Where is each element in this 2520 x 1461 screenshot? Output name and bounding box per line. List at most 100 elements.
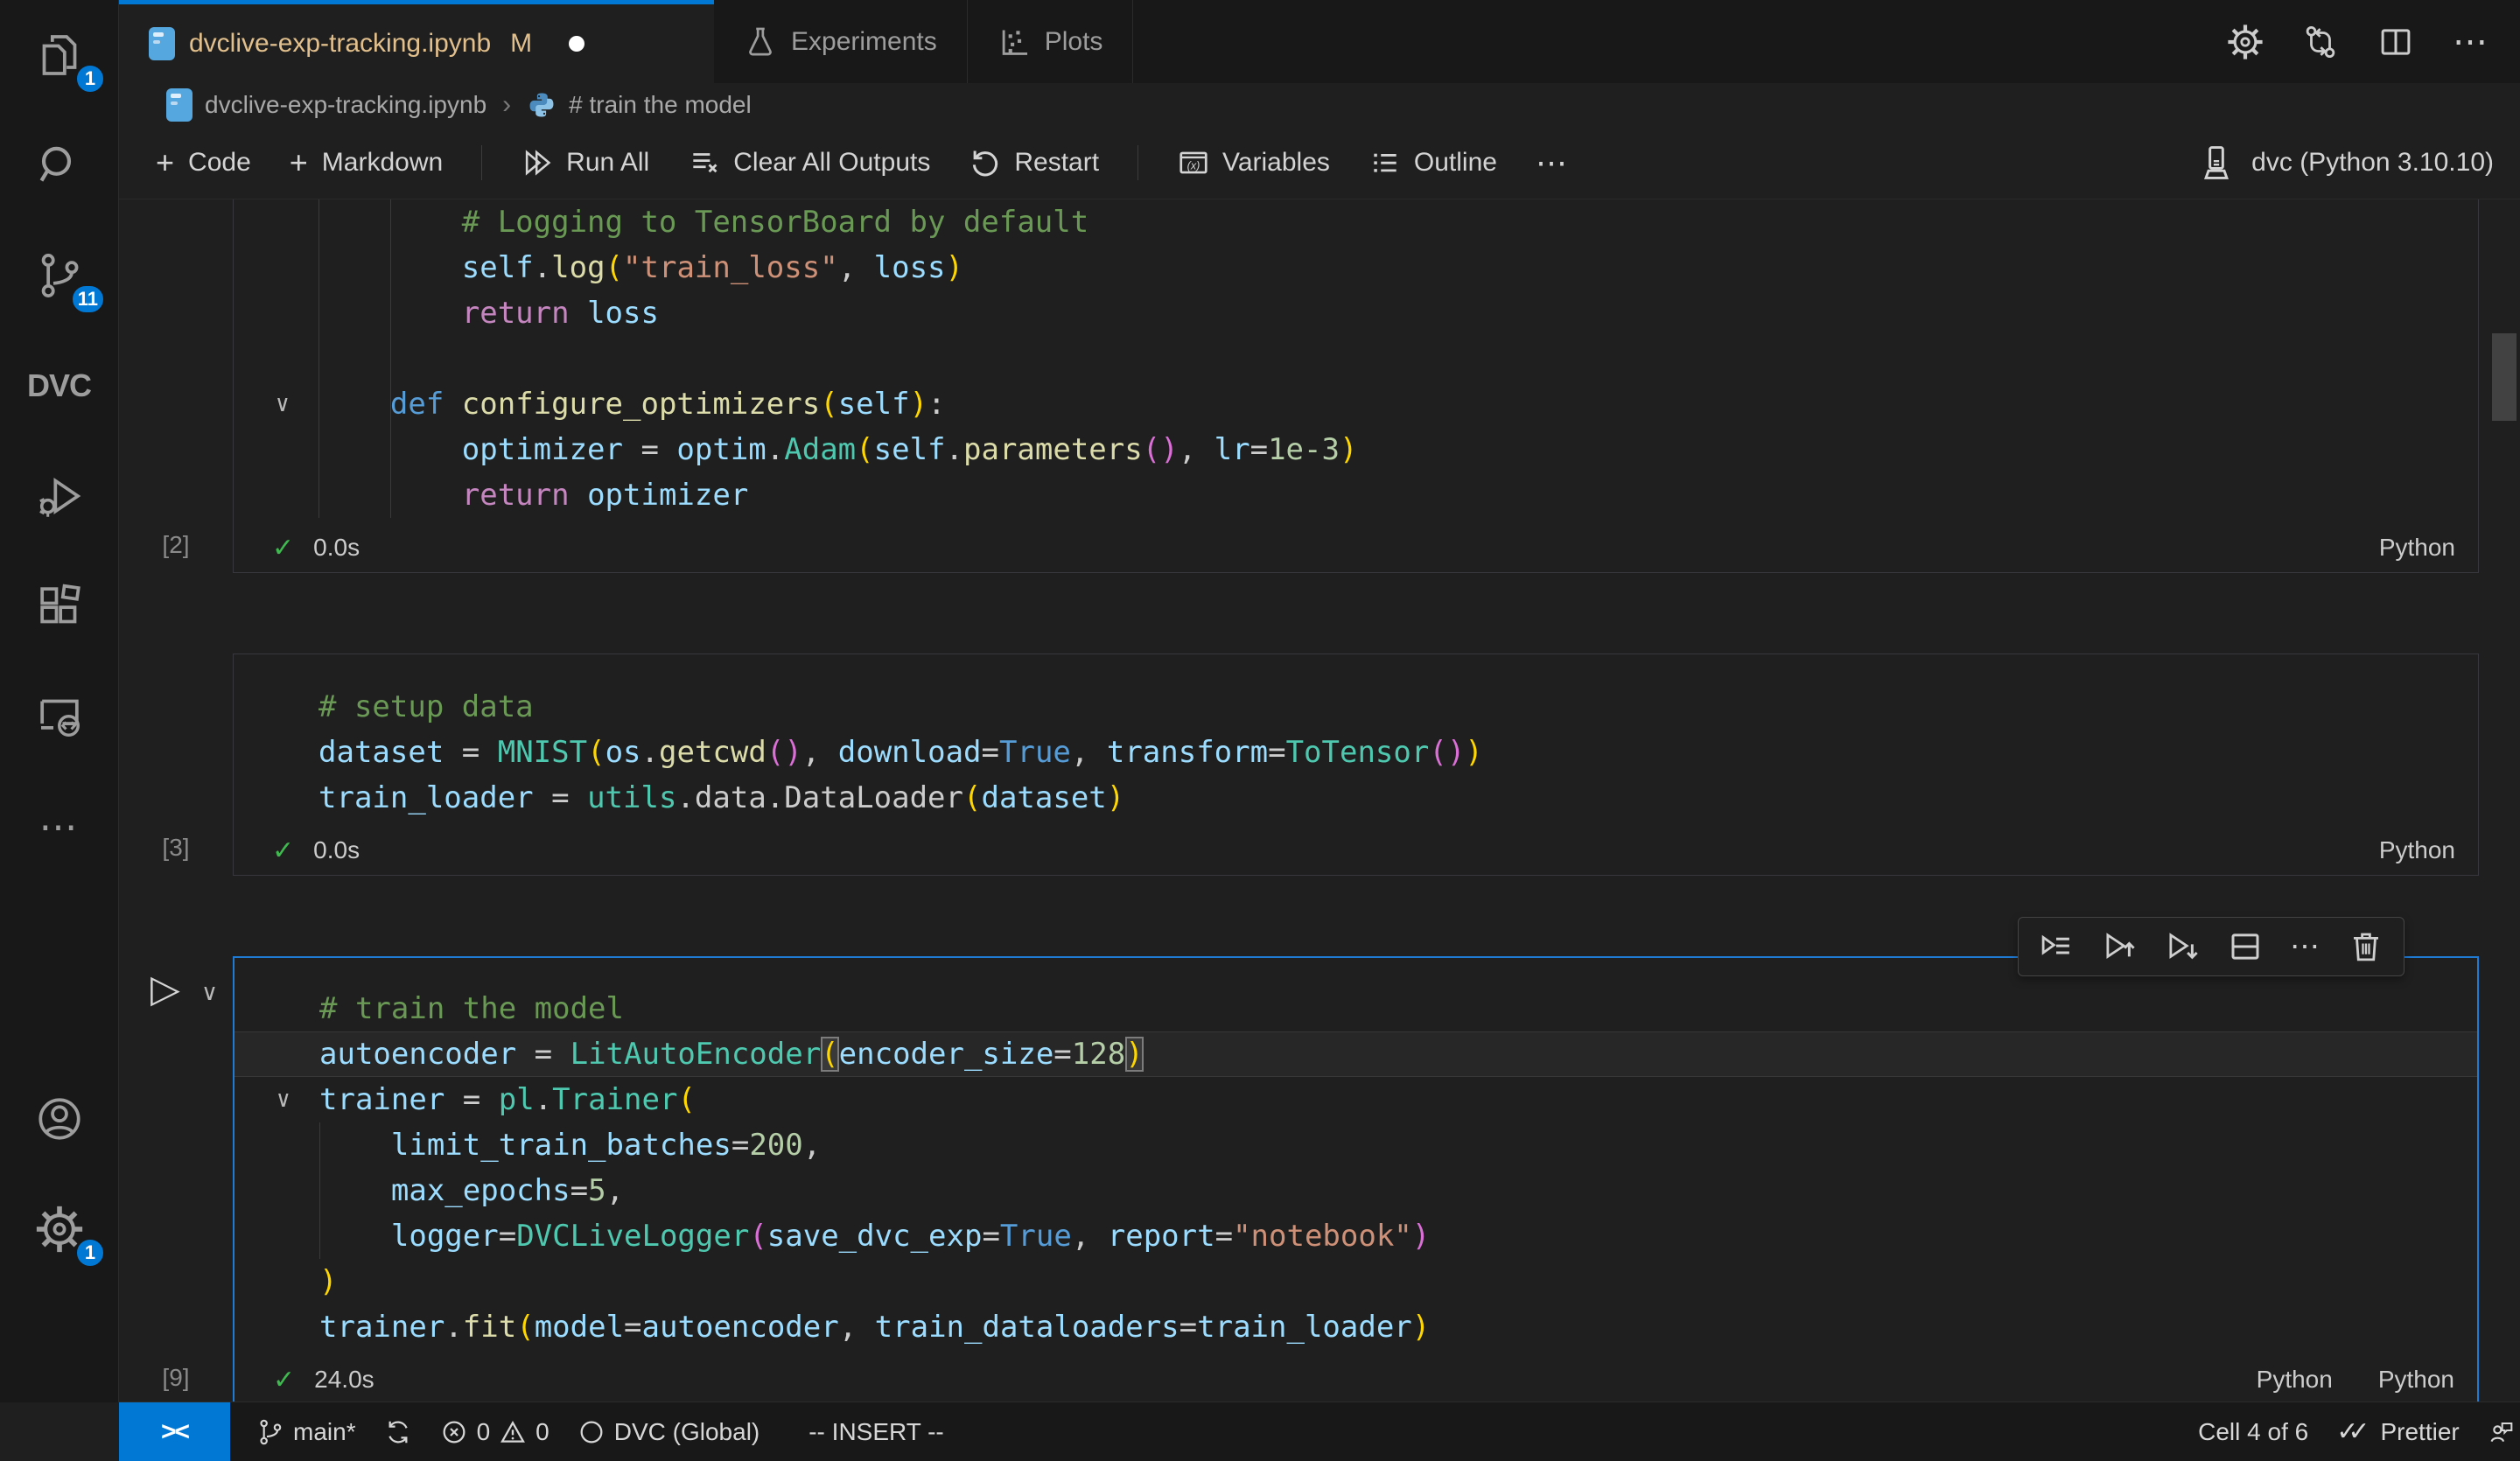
split-cell-icon[interactable] <box>2227 928 2264 965</box>
notebook-editor: [2] # Logging to TensorBoard by default … <box>119 199 2520 1461</box>
add-markdown-cell-button[interactable]: + Markdown <box>290 144 443 181</box>
cell-hover-toolbar: ⋯ <box>2018 917 2404 976</box>
feedback-button[interactable] <box>2474 1402 2520 1461</box>
clear-outputs-icon <box>688 146 721 179</box>
account-button[interactable] <box>0 1064 118 1174</box>
cell-status-bar: ✓ 0.0s Python <box>234 826 2478 875</box>
cell-kernel-language[interactable]: Python <box>2257 1366 2333 1394</box>
editor-actions: ⋯ <box>2227 0 2520 83</box>
restart-label: Restart <box>1014 148 1099 178</box>
unsaved-dot-icon[interactable] <box>569 36 584 52</box>
breadcrumb-file[interactable]: dvclive-exp-tracking.ipynb <box>205 91 486 119</box>
execute-cell-and-below-icon[interactable] <box>2164 928 2201 965</box>
cell-gutter: [3] <box>119 654 233 876</box>
sidebar-more-views[interactable]: ⋯ <box>0 772 118 882</box>
cell-language[interactable]: Python <box>2379 836 2455 864</box>
code-editor[interactable]: # Logging to TensorBoard by default self… <box>234 199 2478 518</box>
cell-status-bar: ✓ 0.0s Python <box>234 523 2478 572</box>
cell-gutter: [2] <box>119 199 233 573</box>
tab-plots[interactable]: Plots <box>968 0 1134 83</box>
plus-icon: + <box>156 144 174 181</box>
cell-container[interactable]: # Logging to TensorBoard by default self… <box>233 199 2479 573</box>
kernel-label: dvc (Python 3.10.10) <box>2251 148 2494 178</box>
cell-more-actions-icon[interactable]: ⋯ <box>2290 929 2321 964</box>
add-code-cell-button[interactable]: + Code <box>156 144 251 181</box>
cell-status-bar: ✓ 24.0s Python Python <box>234 1355 2477 1404</box>
warning-count: 0 <box>536 1418 550 1446</box>
execution-count: [3] <box>162 834 189 862</box>
problems-status-item[interactable]: 0 0 <box>426 1402 564 1461</box>
breadcrumb-section[interactable]: # train the model <box>569 91 752 119</box>
tab-experiments[interactable]: Experiments <box>714 0 968 83</box>
vim-mode-indicator[interactable]: -- INSERT -- <box>794 1402 958 1461</box>
more-actions-icon[interactable]: ⋯ <box>2453 22 2488 62</box>
formatter-status-item[interactable]: ✓✓ Prettier <box>2322 1402 2474 1461</box>
sidebar-item-remote-explorer[interactable] <box>0 661 118 772</box>
plus-icon: + <box>290 144 308 181</box>
sidebar-item-source-control[interactable]: 11 <box>0 220 118 331</box>
ellipsis-icon: ⋯ <box>39 805 80 849</box>
sidebar-item-extensions[interactable] <box>0 551 118 661</box>
run-cell-button[interactable]: ▷ <box>150 970 180 1009</box>
cell-container[interactable]: # setup datadataset = MNIST(os.getcwd(),… <box>233 654 2479 876</box>
variables-button[interactable]: Variables <box>1177 146 1330 179</box>
add-code-label: Code <box>188 148 251 178</box>
run-all-label: Run All <box>566 148 649 178</box>
remote-explorer-icon <box>35 692 84 741</box>
delete-cell-icon[interactable] <box>2348 928 2384 965</box>
explorer-badge: 1 <box>74 63 106 94</box>
restart-kernel-button[interactable]: Restart <box>969 146 1099 179</box>
git-modified-badge: M <box>510 29 532 59</box>
success-check-icon: ✓ <box>272 835 294 866</box>
success-check-icon: ✓ <box>272 533 294 563</box>
branch-status-item[interactable]: main* <box>242 1402 370 1461</box>
dvc-status-item[interactable]: DVC (Global) <box>564 1402 774 1461</box>
cell-container-selected[interactable]: # train the modelautoencoder = LitAutoEn… <box>233 956 2479 1406</box>
execution-count: [2] <box>162 531 189 559</box>
scrollbar-thumb[interactable] <box>2492 333 2516 421</box>
cell-gutter: ▷ ∨ [9] <box>119 956 233 1406</box>
run-all-button[interactable]: Run All <box>521 146 649 179</box>
run-options-chevron-icon[interactable]: ∨ <box>201 981 218 1003</box>
branch-name: main* <box>293 1418 356 1446</box>
sync-status-item[interactable] <box>370 1402 426 1461</box>
execution-time: 0.0s <box>313 534 360 562</box>
fold-chevron-icon[interactable]: ∨ <box>276 1077 290 1122</box>
toolbar-more-icon[interactable]: ⋯ <box>1536 144 1569 181</box>
code-editor[interactable]: # train the modelautoencoder = LitAutoEn… <box>234 958 2477 1350</box>
split-editor-icon[interactable] <box>2377 24 2414 60</box>
sidebar-item-dvc[interactable]: DVC <box>0 331 118 441</box>
kernel-picker[interactable]: dvc (Python 3.10.10) <box>2197 143 2494 182</box>
cell-language[interactable]: Python <box>2378 1366 2454 1394</box>
execution-time: 24.0s <box>314 1366 374 1394</box>
sidebar-item-search[interactable] <box>0 110 118 220</box>
tab-plots-label: Plots <box>1045 27 1103 57</box>
code-editor[interactable]: # setup datadataset = MNIST(os.getcwd(),… <box>234 654 2478 821</box>
search-icon <box>35 141 84 190</box>
clear-all-outputs-button[interactable]: Clear All Outputs <box>688 146 930 179</box>
settings-gear-icon[interactable] <box>2227 24 2264 60</box>
run-by-line-icon[interactable] <box>2038 928 2075 965</box>
execute-above-cells-icon[interactable] <box>2101 928 2138 965</box>
compare-changes-icon[interactable] <box>2302 24 2339 60</box>
sidebar-item-run-debug[interactable] <box>0 441 118 551</box>
remote-indicator[interactable]: >< <box>119 1402 230 1461</box>
add-markdown-label: Markdown <box>322 148 443 178</box>
cell-language[interactable]: Python <box>2379 534 2455 562</box>
python-icon <box>527 90 556 120</box>
tab-bar: dvclive-exp-tracking.ipynb M Experiments… <box>119 0 2520 83</box>
variables-icon <box>1177 146 1210 179</box>
git-branch-icon <box>256 1418 284 1446</box>
notebook-toolbar: + Code + Markdown Run All Clear All Outp… <box>119 127 2520 199</box>
outline-button[interactable]: Outline <box>1368 146 1497 179</box>
settings-button[interactable]: 1 <box>0 1174 118 1284</box>
tab-notebook[interactable]: dvclive-exp-tracking.ipynb M <box>119 0 714 83</box>
tab-title: dvclive-exp-tracking.ipynb <box>189 29 491 59</box>
tab-experiments-label: Experiments <box>791 27 937 57</box>
notebook-file-icon <box>149 27 175 60</box>
source-control-badge: 11 <box>70 283 106 315</box>
cell-position-indicator[interactable]: Cell 4 of 6 <box>2184 1402 2322 1461</box>
sidebar-item-explorer[interactable]: 1 <box>0 0 118 110</box>
fold-chevron-icon[interactable]: ∨ <box>276 381 290 427</box>
toolbar-separator <box>481 145 482 180</box>
